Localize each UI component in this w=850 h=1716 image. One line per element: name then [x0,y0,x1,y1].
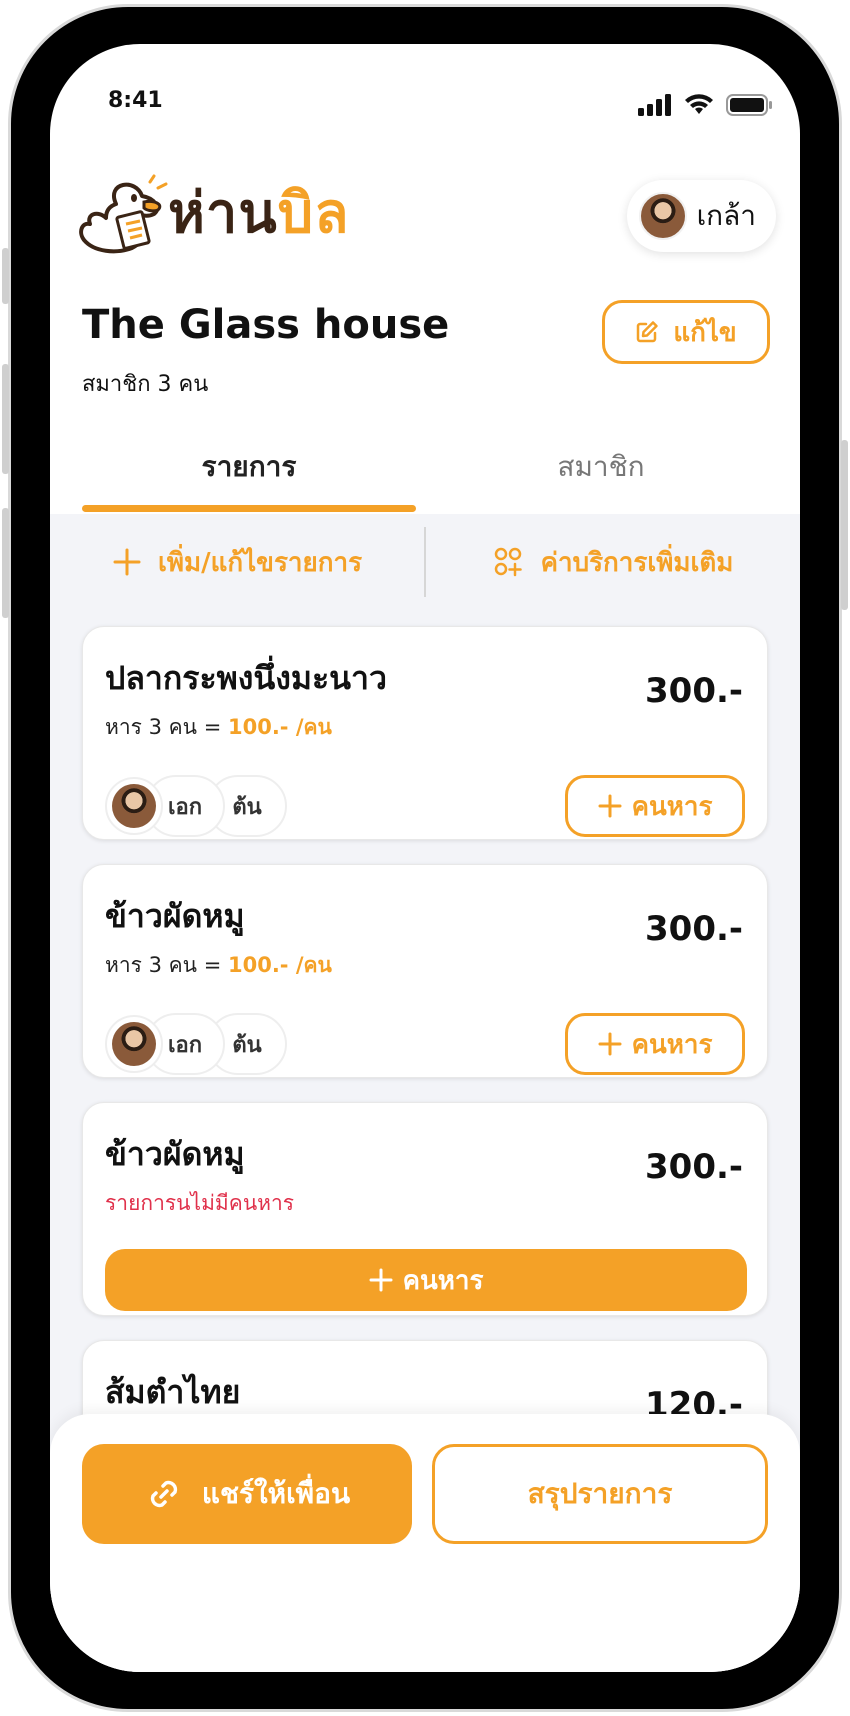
logo-wordmark: ห่านบิล [168,186,350,242]
avatar [638,192,687,240]
group-title: The Glass house [82,302,450,348]
item-split-info: หาร 3 คน = 100.- /คน [105,711,332,744]
avatar [112,784,156,828]
add-edit-items-label: เพิ่ม/แก้ไขรายการ [157,547,363,578]
extra-service-button[interactable]: ค่าบริการเพิ่มเติม [426,514,800,610]
tab-members[interactable]: สมาชิก [434,430,768,504]
actions-bar: เพิ่ม/แก้ไขรายการ ค่าบริการเพิ่มเติม [50,514,800,610]
add-eater-button[interactable]: คนหาร [105,1249,747,1311]
tab-items[interactable]: รายการ [82,430,416,504]
avatar [112,1022,156,1066]
user-profile-chip[interactable]: เกล้า [626,180,776,252]
plus-icon [598,794,622,818]
item-price: 300.- [645,909,743,949]
extra-service-label: ค่าบริการเพิ่มเติม [540,547,734,578]
app-logo: ห่านบิล [76,174,350,254]
bill-item-card[interactable]: ข้าวผัดหมู 300.- รายการนไม่มีคนหาร คนหาร [82,1102,768,1316]
add-edit-items-button[interactable]: เพิ่ม/แก้ไขรายการ [50,514,424,610]
item-price: 300.- [645,1147,743,1187]
side-button-power [841,440,848,610]
split-per-person: 100.- /คน [227,953,332,977]
user-name: เกล้า [696,199,756,232]
bottom-action-bar: แชร์ให้เพื่อน สรุปรายการ [50,1414,800,1672]
item-price: 300.- [645,671,743,711]
item-split-info: หาร 3 คน = 100.- /คน [105,949,332,982]
battery-icon [726,94,772,116]
bill-item-card[interactable]: ปลากระพงนึ่งมะนาว 300.- หาร 3 คน = 100.-… [82,626,768,840]
add-eater-label: คนหาร [631,791,713,822]
share-button[interactable]: แชร์ให้เพื่อน [82,1444,412,1544]
status-icons [638,94,772,116]
edit-group-button[interactable]: แก้ไข [602,300,770,364]
item-name: ส้มตำไทย [105,1373,241,1411]
eaters-group: เอก ต้น [105,775,287,837]
side-button-silent [2,248,9,304]
edit-icon [637,321,659,343]
split-per-person: 100.- /คน [227,715,332,739]
group-member-count: สมาชิก 3 คน [82,372,209,397]
plus-icon [113,548,141,576]
add-eater-button[interactable]: คนหาร [565,1013,745,1075]
signal-icon [638,94,671,116]
tab-bar: รายการ สมาชิก [82,430,768,512]
side-button-volume-up [2,364,9,474]
edit-button-label: แก้ไข [673,317,737,348]
item-name: ข้าวผัดหมู [105,897,245,935]
split-prefix: หาร 3 คน = [105,953,228,977]
plus-icon [369,1268,393,1292]
eater-avatar [105,777,163,835]
item-name: ปลากระพงนึ่งมะนาว [105,659,387,697]
tab-active-indicator [82,505,416,512]
share-button-label: แชร์ให้เพื่อน [201,1477,351,1510]
status-time: 8:41 [108,88,163,113]
item-name: ข้าวผัดหมู [105,1135,245,1173]
duck-logo-icon [79,174,168,254]
add-eater-label: คนหาร [402,1265,484,1296]
split-prefix: หาร 3 คน = [105,715,228,739]
summary-button[interactable]: สรุปรายการ [432,1444,768,1544]
eaters-group: เอก ต้น [105,1013,287,1075]
link-icon [150,1480,178,1508]
add-eater-button[interactable]: คนหาร [565,775,745,837]
logo-text-part1: ห่าน [168,181,278,246]
summary-button-label: สรุปรายการ [527,1477,673,1510]
side-button-volume-down [2,508,9,618]
logo-text-part2: บิล [277,181,350,246]
add-eater-label: คนหาร [631,1029,713,1060]
eater-avatar [105,1015,163,1073]
no-eater-warning: รายการนไม่มีคนหาร [105,1191,295,1215]
bill-item-card[interactable]: ข้าวผัดหมู 300.- หาร 3 คน = 100.- /คน เอ… [82,864,768,1078]
add-people-icon [494,547,522,577]
plus-icon [598,1032,622,1056]
wifi-icon [685,94,713,114]
app-screen: 8:41 ห่านบิล เกล้า The Glass house สมาชิ… [50,44,800,1672]
